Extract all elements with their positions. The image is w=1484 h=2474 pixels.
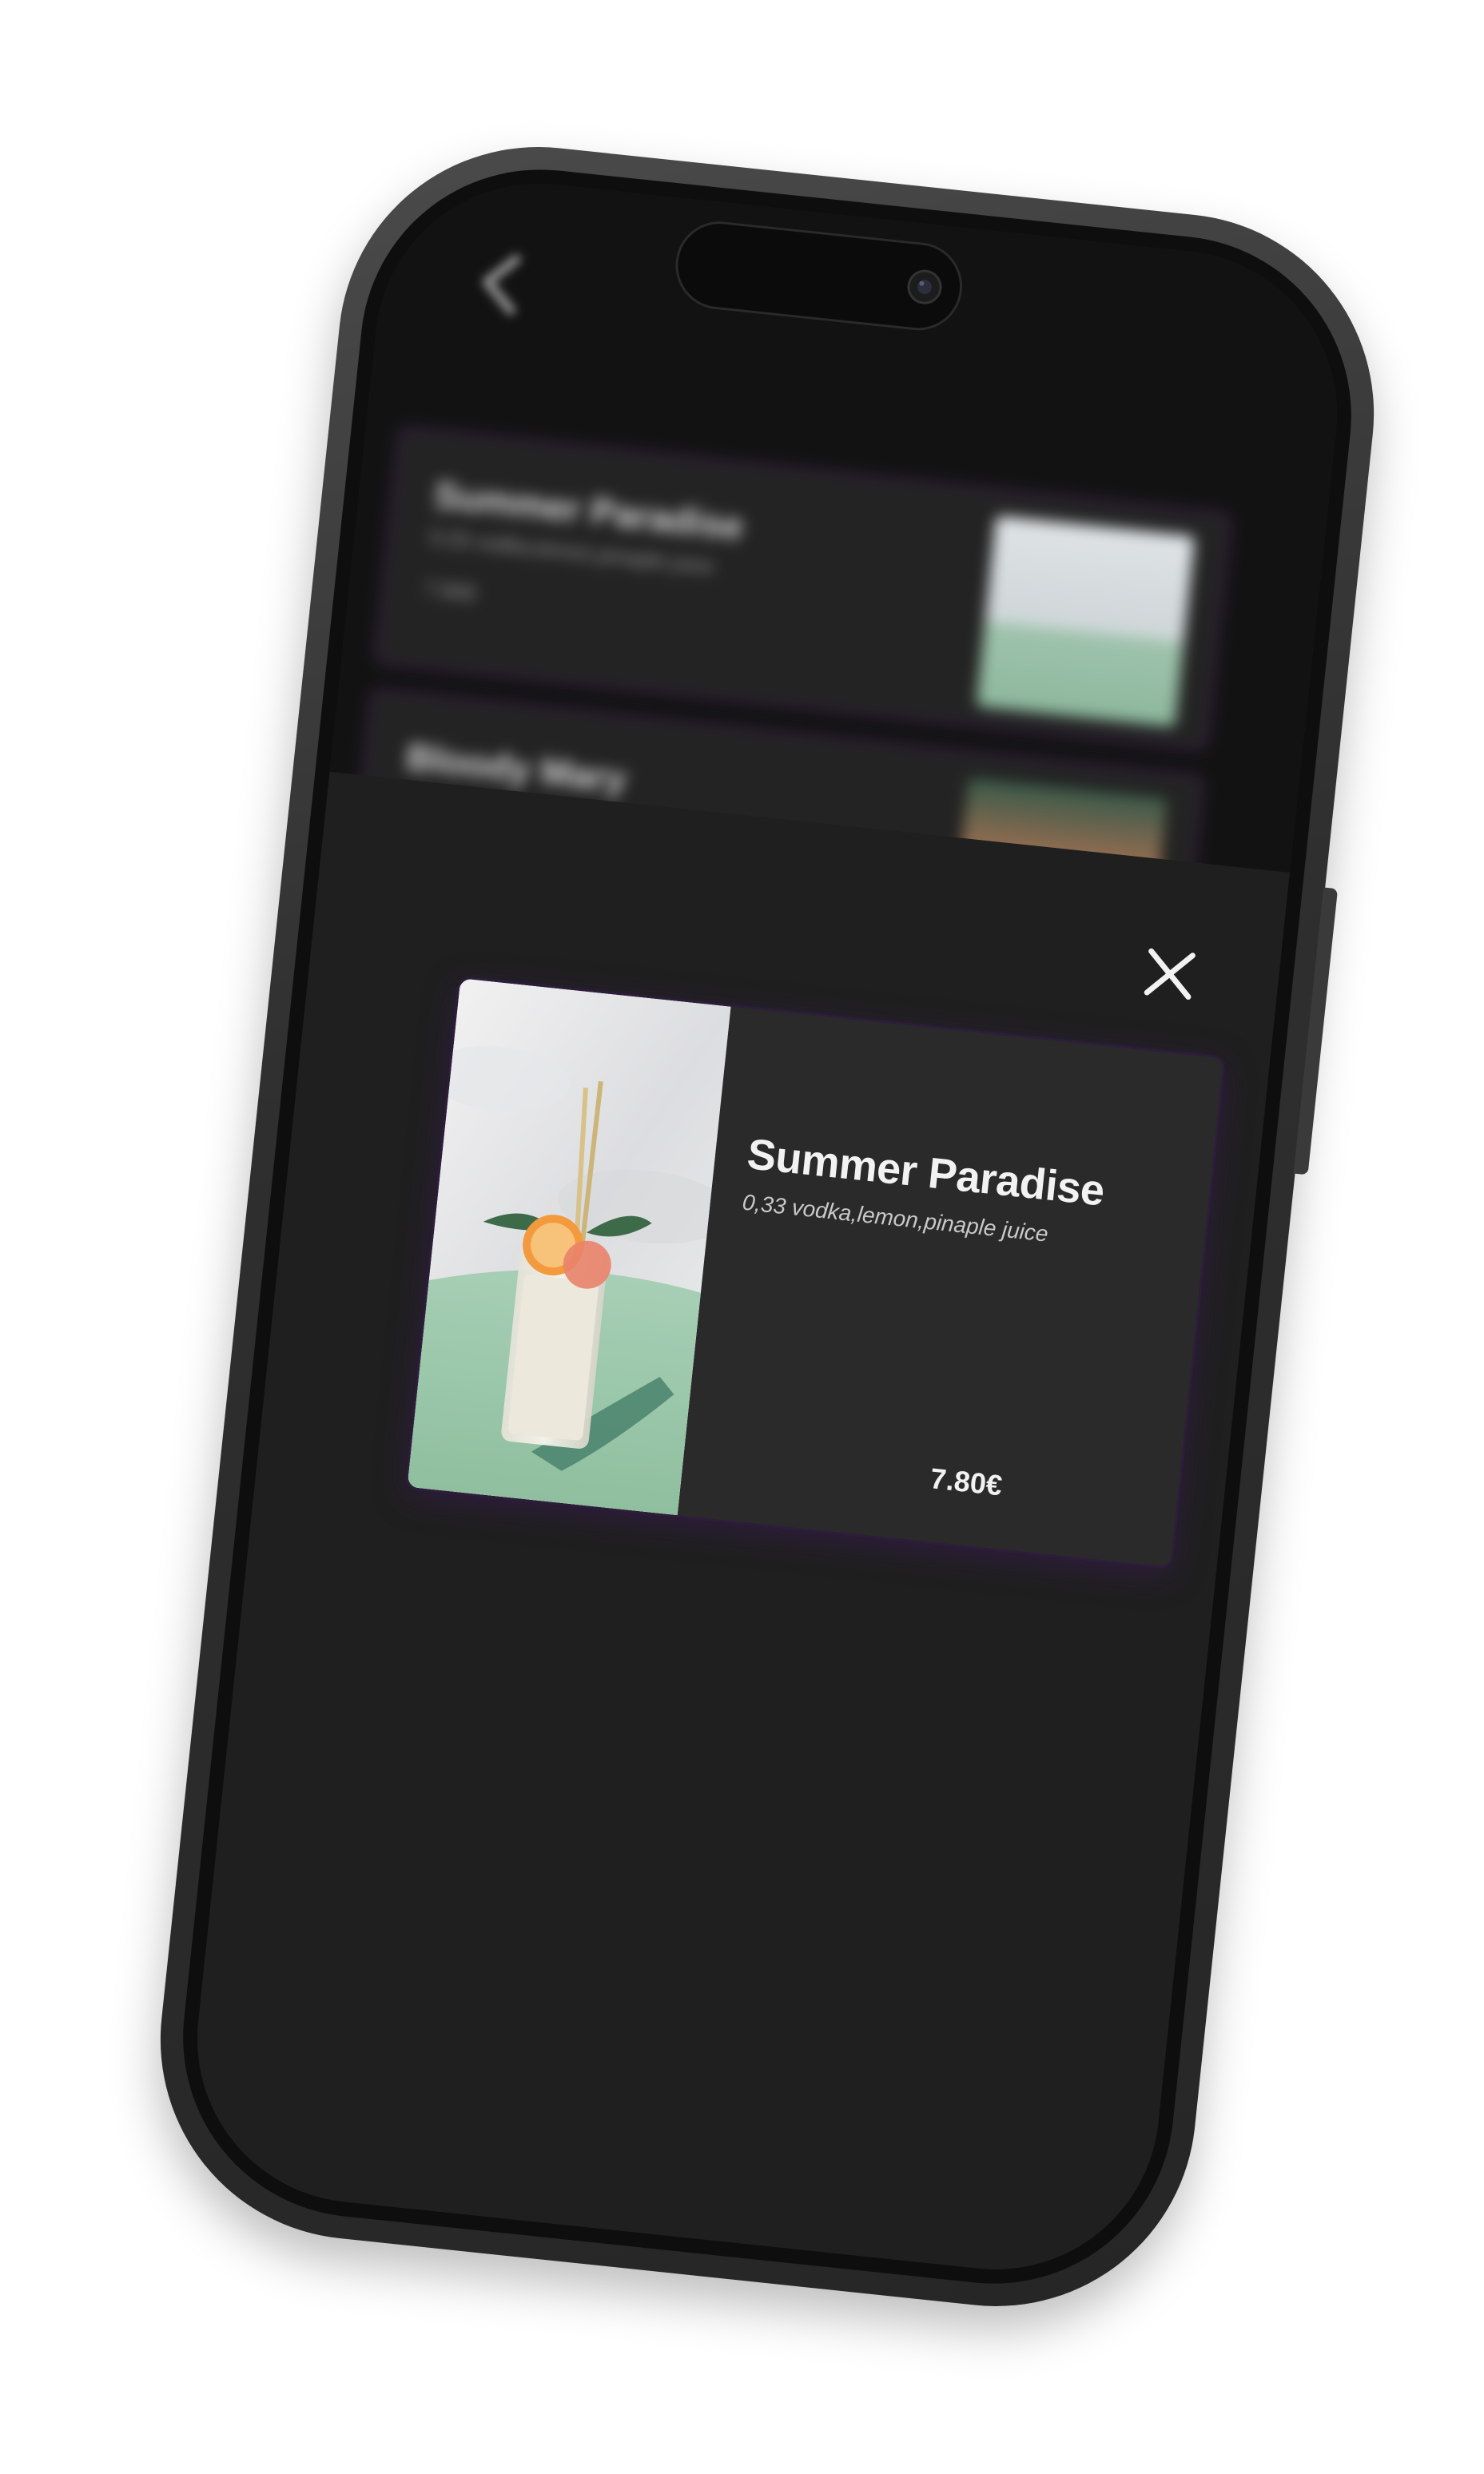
camera-icon — [907, 269, 942, 304]
phone-frame: Summer Paradise 0,33 vodka,lemon,pinaple… — [141, 127, 1394, 2326]
side-button — [1293, 887, 1339, 1175]
close-button[interactable] — [1133, 937, 1207, 1011]
list-item-price: 7.80€ — [423, 575, 478, 606]
product-price: 7.80€ — [929, 1462, 1004, 1502]
chevron-left-icon[interactable] — [475, 249, 529, 318]
product-info: Summer Paradise 0,33 vodka,lemon,pinaple… — [709, 1010, 1223, 1567]
close-icon — [1144, 948, 1196, 1000]
list-item-thumbnail — [976, 515, 1196, 727]
product-image — [407, 978, 731, 1516]
device-mockup: Summer Paradise 0,33 vodka,lemon,pinaple… — [0, 0, 1484, 2474]
product-card[interactable]: Summer Paradise 0,33 vodka,lemon,pinaple… — [407, 978, 1224, 1568]
cocktail-photo — [407, 978, 731, 1516]
